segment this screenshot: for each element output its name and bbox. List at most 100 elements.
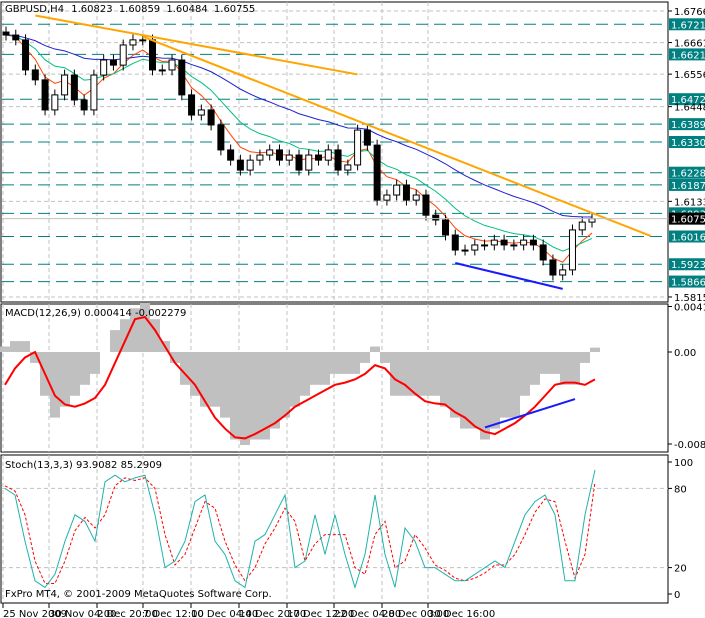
macd-bar	[310, 352, 320, 385]
y-tick-label: 0	[674, 590, 680, 601]
macd-bar	[90, 352, 100, 374]
candle-body	[295, 154, 303, 171]
candle-body	[100, 59, 108, 76]
candle-body	[529, 239, 537, 246]
level-label: 1.63304	[671, 138, 705, 149]
candle-body	[129, 39, 137, 46]
level-label: 1.67218	[671, 20, 705, 31]
macd-bar	[520, 352, 530, 396]
candle-body	[197, 109, 205, 116]
candle-body	[568, 229, 576, 271]
candle-body	[412, 194, 420, 201]
candle-body	[41, 79, 49, 111]
candle-body	[588, 218, 596, 223]
candle-body	[442, 219, 449, 236]
macd-bar	[80, 352, 90, 385]
macd-panel: 0.004158 0.00 -0.00841	[0, 303, 705, 451]
level-label: 1.59238	[671, 260, 705, 271]
candle-body	[227, 149, 235, 161]
candle-body	[344, 164, 352, 171]
macd-bar	[330, 352, 340, 374]
macd-bar	[50, 352, 60, 418]
macd-bar	[320, 352, 330, 385]
candle-body	[354, 129, 362, 166]
candle-body	[109, 59, 117, 66]
macd-bar	[110, 330, 120, 352]
y-tick-label: 20	[674, 564, 687, 575]
candle-body	[510, 244, 518, 247]
candle-body	[256, 154, 264, 161]
y-tick-label: 1.66610	[674, 39, 705, 50]
level-label: 1.58662	[671, 278, 705, 289]
macd-bar	[180, 352, 190, 385]
candle-body	[51, 94, 59, 111]
macd-bar	[360, 352, 370, 363]
macd-bar	[220, 352, 230, 418]
candle-body	[80, 99, 88, 111]
candle-body	[12, 34, 20, 41]
candle-body	[520, 239, 528, 246]
level-label: 1.62282	[671, 169, 705, 180]
candle-body	[266, 149, 274, 156]
macd-bar	[10, 341, 20, 352]
candle-body	[324, 149, 332, 161]
symbol-header: GBPUSD,H4 1.60823 1.60859 1.60484 1.6075…	[5, 4, 255, 15]
macd-bar	[580, 352, 590, 363]
candle-body	[373, 144, 381, 201]
candle-body	[158, 69, 166, 72]
macd-bar	[470, 352, 480, 429]
macd-bar	[490, 352, 500, 429]
macd-bar	[250, 352, 260, 440]
candle-body	[119, 44, 127, 66]
candle-body	[315, 154, 323, 161]
level-label: 1.63897	[671, 120, 705, 131]
candle-body	[383, 194, 391, 201]
candle-body	[500, 239, 508, 246]
macd-bar	[560, 352, 570, 385]
candle-body	[139, 39, 147, 42]
macd-bar	[430, 352, 440, 396]
y-tick-label: 0.00	[674, 348, 696, 359]
candle-body	[285, 154, 293, 161]
macd-bar	[440, 352, 450, 407]
candle-body	[168, 59, 176, 71]
macd-bar	[350, 352, 360, 374]
candle-body	[422, 194, 430, 216]
macd-bar	[60, 352, 70, 407]
candle-body	[275, 149, 283, 161]
candle-body	[236, 159, 244, 171]
macd-bar	[290, 352, 300, 407]
macd-bar	[570, 352, 580, 385]
macd-bar	[210, 352, 220, 407]
macd-bar	[370, 346, 380, 352]
y-tick-label: 100	[674, 458, 693, 469]
candle-body	[490, 239, 498, 246]
level-label: 1.61876	[671, 181, 705, 192]
macd-bar	[390, 352, 400, 396]
candle-body	[549, 259, 557, 276]
y-tick-label: 1.67660	[674, 7, 705, 18]
candle-body	[70, 74, 78, 101]
level-label: 1.60161	[671, 232, 705, 243]
macd-bar	[550, 352, 560, 374]
candle-body	[305, 154, 313, 171]
candle-body	[217, 124, 225, 151]
y-tick-label: 80	[674, 484, 687, 495]
candle-body	[2, 31, 10, 36]
candle-body	[90, 74, 98, 111]
macd-bar	[280, 352, 290, 418]
candle-body	[61, 74, 69, 96]
macd-bar	[270, 352, 280, 429]
macd-bar	[450, 352, 460, 418]
y-tick-label: 0.004158	[674, 303, 705, 314]
copyright-text: FxPro MT4, © 2001-2009 MetaQuotes Softwa…	[5, 589, 272, 600]
candle-body	[481, 244, 489, 247]
price-panel: 1.672181.662171.647271.638971.633041.622…	[2, 7, 705, 304]
macd-bar	[540, 352, 550, 374]
chart-canvas[interactable]: 1.672181.662171.647271.638971.633041.622…	[0, 0, 705, 618]
macd-bar	[70, 352, 80, 396]
candle-body	[246, 159, 254, 171]
macd-bar	[0, 346, 10, 352]
candle-body	[559, 269, 567, 276]
macd-bar	[380, 352, 390, 363]
